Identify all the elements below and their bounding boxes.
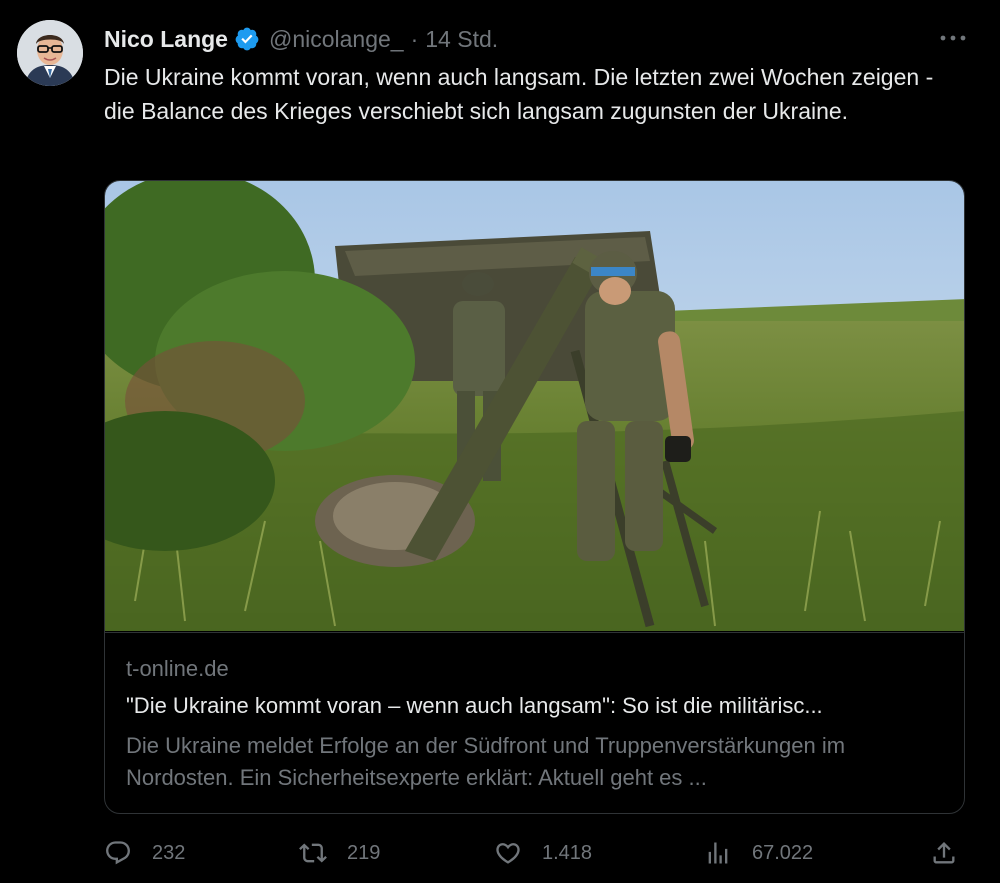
tweet-text: Die Ukraine kommt voran, wenn auch langs…	[104, 64, 934, 124]
views-count: 67.022	[752, 841, 814, 864]
reply-icon	[106, 841, 130, 865]
card-domain: t-online.de	[126, 656, 229, 681]
timestamp[interactable]: 14 Std.	[425, 26, 498, 53]
reply-count: 232	[152, 841, 186, 864]
views-chart-icon	[708, 842, 728, 864]
soldiers-mortar-photo	[105, 181, 964, 631]
like-count: 1.418	[542, 841, 593, 864]
share-icon	[933, 842, 955, 864]
like-button[interactable]: 1.418	[494, 836, 592, 870]
card-title: "Die Ukraine kommt voran – wenn auch lan…	[126, 693, 823, 718]
heart-icon	[496, 843, 520, 864]
tweet-header: Nico Lange @nicolange_ · 14 Std.	[104, 24, 498, 54]
author-handle[interactable]: @nicolange_	[269, 26, 404, 53]
more-options-button[interactable]	[936, 28, 970, 48]
retweet-count: 219	[347, 841, 381, 864]
verified-badge-icon	[235, 27, 259, 51]
share-button[interactable]	[930, 836, 958, 870]
retweet-button[interactable]: 219	[299, 836, 380, 870]
separator-dot: ·	[410, 25, 419, 52]
author-name[interactable]: Nico Lange	[104, 26, 228, 53]
more-options-icon	[940, 35, 966, 41]
retweet-icon	[299, 843, 327, 863]
tweet: Nico Lange @nicolange_ · 14 Std. Die Ukr…	[0, 0, 1000, 883]
avatar[interactable]	[17, 20, 83, 86]
card-body[interactable]: t-online.de "Die Ukraine kommt voran – w…	[105, 632, 964, 790]
views-button[interactable]: 67.022	[704, 836, 813, 870]
reply-button[interactable]: 232	[104, 836, 185, 870]
action-bar: 232 219 1.418 67.022	[104, 836, 964, 870]
link-preview-card[interactable]: t-online.de "Die Ukraine kommt voran – w…	[104, 180, 965, 814]
avatar-image	[17, 20, 83, 86]
card-image[interactable]	[105, 181, 964, 631]
card-description: Die Ukraine meldet Erfolge an der Südfro…	[126, 733, 846, 790]
